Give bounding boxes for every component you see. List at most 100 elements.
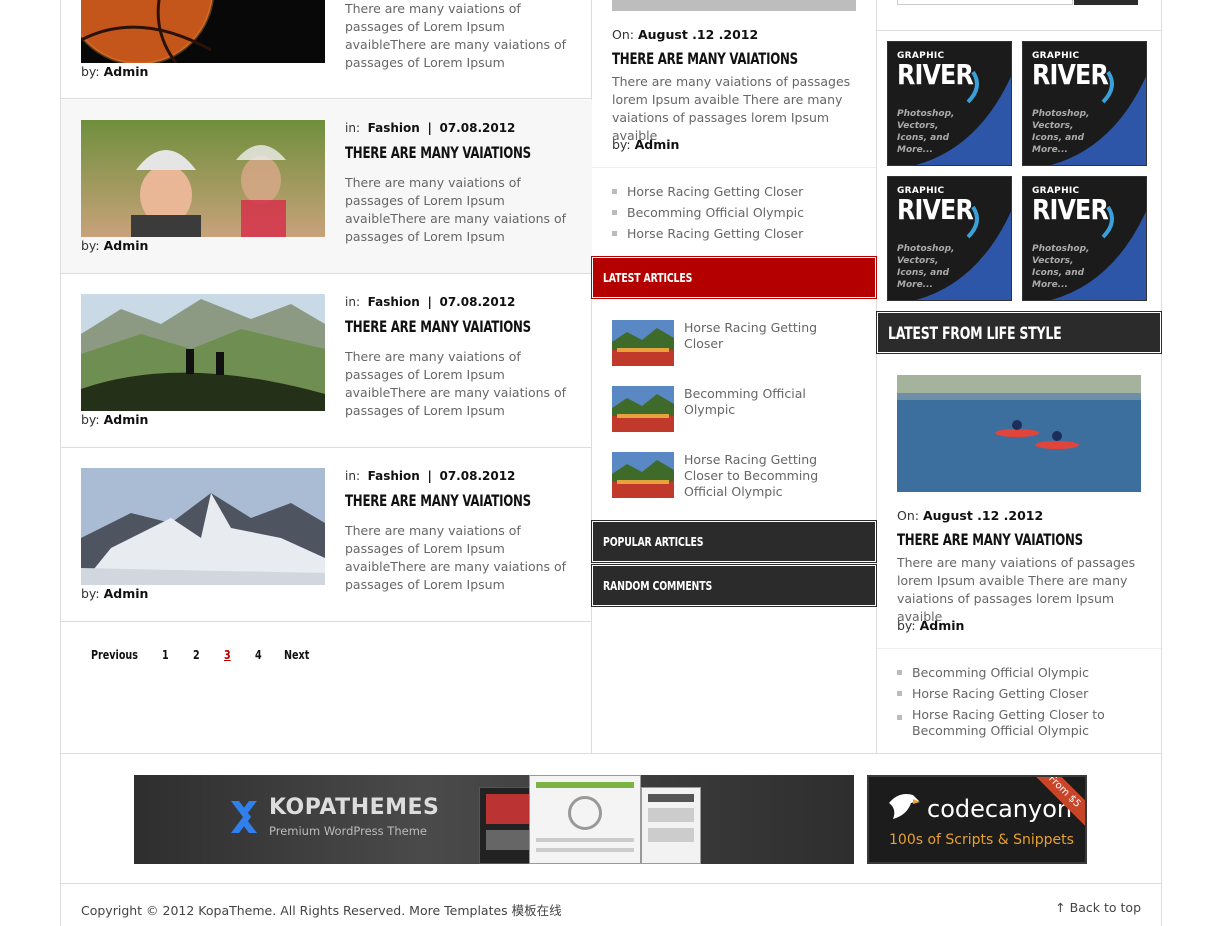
section-title: Latest Articles [603, 271, 693, 285]
article-item: There are many vaiations of passages of … [61, 0, 592, 99]
page-wrapper: There are many vaiations of passages of … [60, 0, 1162, 926]
pagination-previous[interactable]: Previous [91, 648, 148, 662]
right-sidebar: GRAPHIC RIVER Photoshop, Vectors, Icons,… [876, 0, 1162, 753]
author-link[interactable]: Admin [104, 238, 149, 253]
pagination-page-1[interactable]: 1 [162, 648, 187, 662]
featured-byline: by: Admin [612, 137, 679, 152]
article-thumbnail-mountains[interactable] [81, 468, 325, 585]
codecanyon-banner[interactable]: codecanyon 100s of Scripts & Snippets Fr… [867, 775, 1087, 864]
article-title[interactable]: There are many vaiations [345, 317, 531, 336]
article-byline: by: Admin [81, 412, 148, 427]
back-to-top-link[interactable]: ↑ Back to top [1055, 900, 1141, 915]
in-label: in: [345, 295, 360, 309]
article-excerpt: There are many vaiations of passages of … [345, 175, 567, 244]
back-to-top-label: Back to top [1069, 900, 1141, 915]
kopathemes-logo-icon [229, 799, 259, 835]
life-style-date: August .12 .2012 [922, 508, 1044, 523]
latest-article-title[interactable]: Becomming Official Olympic [684, 386, 859, 418]
random-comments-tab[interactable]: Random Comments [591, 564, 877, 607]
latest-article-thumbnail [612, 320, 674, 366]
meta-separator: | [427, 295, 432, 309]
section-title: Latest from Life Style [888, 324, 1062, 344]
divider [592, 167, 876, 168]
pagination-page-2[interactable]: 2 [193, 648, 218, 662]
list-item[interactable]: Horse Racing Getting Closer [612, 181, 804, 202]
article-date: 07.08.2012 [439, 121, 516, 135]
category-link[interactable]: Fashion [368, 469, 420, 483]
author-link[interactable]: Admin [635, 137, 680, 152]
list-item[interactable]: Horse Racing Getting Closer to Becomming… [897, 707, 1137, 739]
pagination-page-4[interactable]: 4 [255, 648, 278, 662]
ad-label-big: RIVER [897, 193, 974, 226]
author-link[interactable]: Admin [104, 64, 149, 79]
footer-banners: KOPATHEMES Premium WordPress Theme codec… [61, 753, 1161, 884]
category-link[interactable]: Fashion [368, 295, 420, 309]
article-thumbnail-basketball[interactable] [81, 0, 325, 63]
search-input[interactable] [897, 0, 1073, 5]
article-byline: by: Admin [81, 238, 148, 253]
author-link[interactable]: Admin [104, 412, 149, 427]
life-style-link-list: Becomming Official Olympic Horse Racing … [897, 662, 1137, 739]
pagination-next[interactable]: Next [284, 648, 316, 662]
theme-preview-screen [529, 775, 641, 864]
latest-article-title[interactable]: Horse Racing Getting Closer to Becomming… [684, 452, 859, 500]
category-link[interactable]: Fashion [368, 121, 420, 135]
latest-article-thumbnail [612, 386, 674, 432]
popular-articles-tab[interactable]: Popular Articles [591, 520, 877, 563]
theme-preview-screen [641, 787, 701, 864]
article-meta: in: Fashion | 07.08.2012 [345, 121, 515, 135]
in-label: in: [345, 469, 360, 483]
search-button[interactable] [1074, 0, 1138, 5]
article-item: in: Fashion | 07.08.2012 There are many … [61, 100, 592, 274]
list-item[interactable]: Becomming Official Olympic [612, 202, 804, 223]
ad-description: Photoshop, Vectors, Icons, and More... [897, 244, 955, 290]
article-excerpt: There are many vaiations of passages of … [345, 349, 567, 418]
latest-articles-header: Latest Articles [591, 256, 877, 299]
article-title[interactable]: There are many vaiations [345, 491, 531, 510]
life-style-title[interactable]: There are many vaiations [897, 530, 1083, 549]
ad-label-big: RIVER [1032, 193, 1109, 226]
ad-label-big: RIVER [897, 58, 974, 91]
graphicriver-ad[interactable]: GRAPHIC RIVER Photoshop, Vectors, Icons,… [1022, 41, 1147, 166]
article-thumbnail-cyclists[interactable] [81, 120, 325, 237]
middle-column: On: August .12 .2012 There are many vaia… [591, 0, 877, 753]
life-style-byline: by: Admin [897, 618, 964, 633]
meta-separator: | [427, 469, 432, 483]
list-item[interactable]: Horse Racing Getting Closer [612, 223, 804, 244]
latest-article-title[interactable]: Horse Racing Getting Closer [684, 320, 859, 352]
by-label: by: [612, 137, 631, 152]
author-link[interactable]: Admin [920, 618, 965, 633]
article-excerpt: There are many vaiations of passages of … [345, 523, 567, 592]
meta-separator: | [427, 121, 432, 135]
featured-meta: On: August .12 .2012 [612, 27, 758, 42]
middle-link-list: Horse Racing Getting Closer Becomming Of… [612, 181, 804, 244]
article-thumbnail-hikers[interactable] [81, 294, 325, 411]
by-label: by: [81, 64, 100, 79]
graphicriver-ad[interactable]: GRAPHIC RIVER Photoshop, Vectors, Icons,… [1022, 176, 1147, 301]
featured-date: August .12 .2012 [637, 27, 759, 42]
article-date: 07.08.2012 [439, 295, 516, 309]
latest-article-thumbnail [612, 452, 674, 498]
pagination-page-current[interactable]: 3 [224, 648, 249, 662]
ad-description: Photoshop, Vectors, Icons, and More... [1032, 109, 1090, 155]
kopathemes-banner[interactable]: KOPATHEMES Premium WordPress Theme [134, 775, 854, 864]
featured-excerpt: There are many vaiations of passages lor… [612, 74, 851, 143]
in-label: in: [345, 121, 360, 135]
life-style-image-kayak[interactable] [897, 375, 1141, 492]
by-label: by: [897, 618, 916, 633]
featured-title[interactable]: There are many vaiations [612, 49, 798, 68]
author-link[interactable]: Admin [104, 586, 149, 601]
graphicriver-ad[interactable]: GRAPHIC RIVER Photoshop, Vectors, Icons,… [887, 41, 1012, 166]
article-item: in: Fashion | 07.08.2012 There are many … [61, 448, 592, 622]
article-title[interactable]: There are many vaiations [345, 143, 531, 162]
list-item[interactable]: Horse Racing Getting Closer [897, 683, 1137, 704]
article-date: 07.08.2012 [439, 469, 516, 483]
life-style-header: Latest from Life Style [876, 311, 1162, 354]
codecanyon-tagline: 100s of Scripts & Snippets [889, 832, 1074, 848]
featured-image-bottom-edge [612, 0, 856, 11]
article-meta: in: Fashion | 07.08.2012 [345, 295, 515, 309]
kopathemes-brand: KOPATHEMES [269, 795, 440, 820]
list-item[interactable]: Becomming Official Olympic [897, 662, 1137, 683]
section-title: Popular Articles [603, 535, 704, 549]
graphicriver-ad[interactable]: GRAPHIC RIVER Photoshop, Vectors, Icons,… [887, 176, 1012, 301]
